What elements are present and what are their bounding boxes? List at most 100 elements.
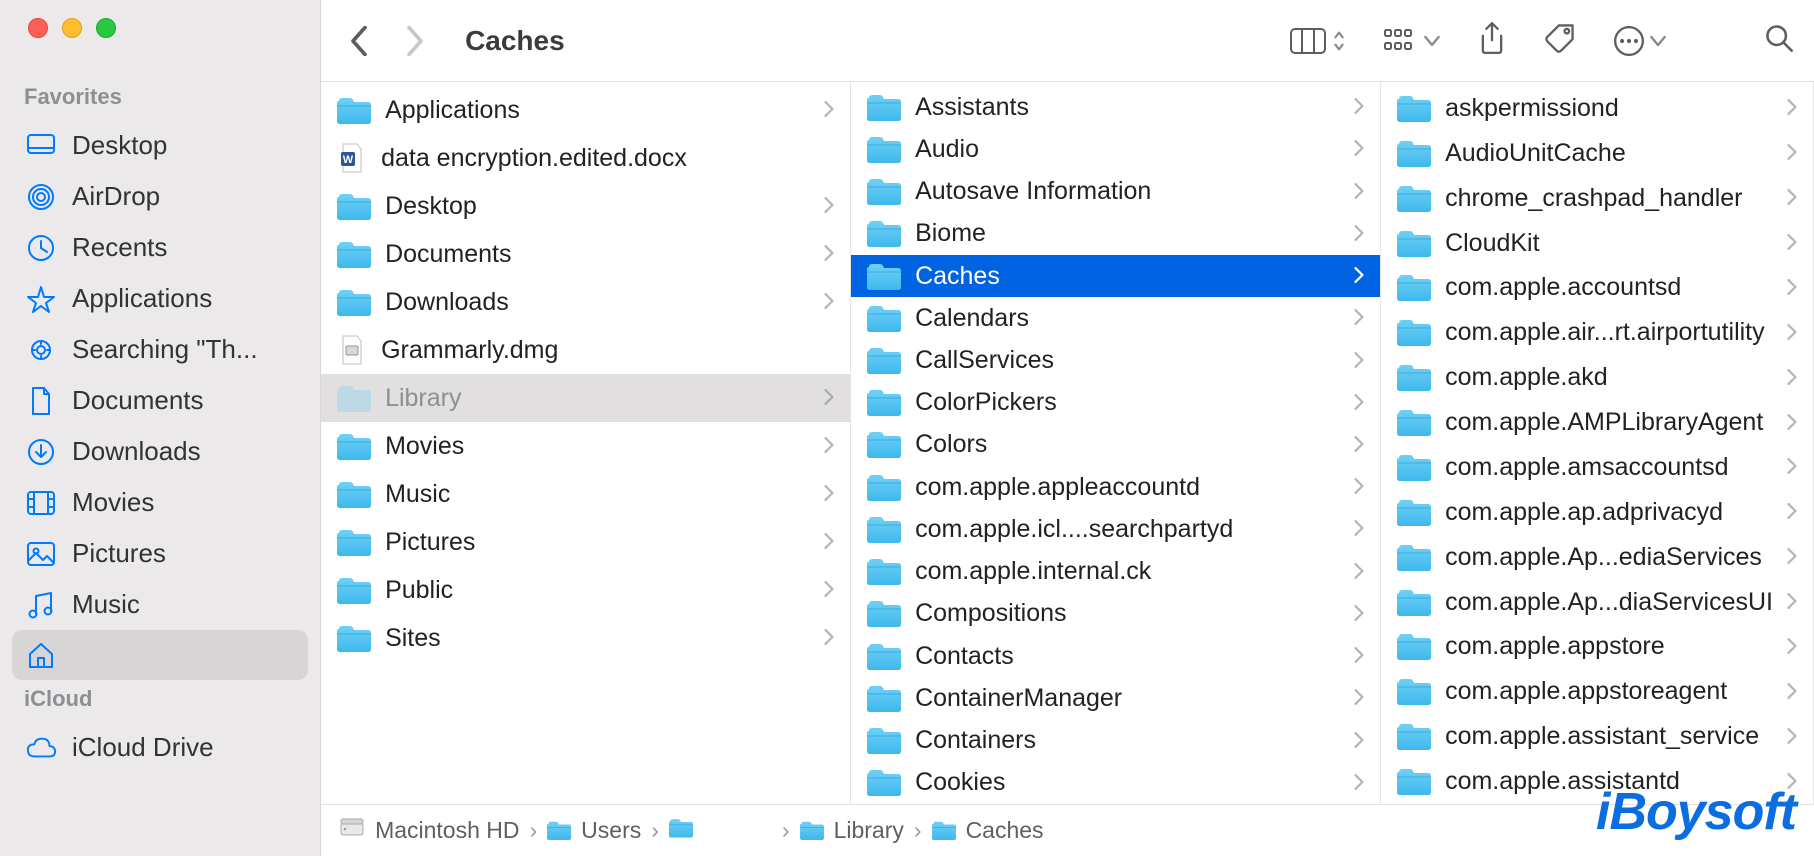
sidebar-item-airdrop[interactable]: AirDrop — [12, 171, 308, 222]
file-name: Movies — [385, 432, 810, 461]
sidebar-item-icloud-drive[interactable]: iCloud Drive — [12, 722, 308, 773]
file-row[interactable]: Desktop — [321, 182, 850, 230]
file-row[interactable]: com.apple.ap.adprivacyd — [1381, 490, 1813, 535]
hd-icon — [339, 817, 365, 845]
file-row[interactable]: Pictures — [321, 518, 850, 566]
view-columns-button[interactable] — [1290, 28, 1346, 54]
file-row[interactable]: com.apple.assistant_service — [1381, 714, 1813, 759]
file-row[interactable]: com.apple.accountsd — [1381, 266, 1813, 311]
path-segment[interactable]: Macintosh HD — [339, 817, 519, 845]
folder-icon — [867, 347, 901, 374]
file-row[interactable]: com.apple.Ap...ediaServices — [1381, 535, 1813, 580]
file-row[interactable]: com.apple.amsaccountsd — [1381, 445, 1813, 490]
folder-icon — [1397, 544, 1431, 571]
file-name: CloudKit — [1445, 229, 1773, 258]
file-name: Applications — [385, 96, 810, 125]
file-row[interactable]: com.apple.appleaccountd — [851, 466, 1380, 508]
file-row[interactable]: com.apple.akd — [1381, 355, 1813, 400]
file-row[interactable]: com.apple.Ap...diaServicesUI — [1381, 580, 1813, 625]
file-row[interactable]: com.apple.AMPLibraryAgent — [1381, 400, 1813, 445]
sidebar-item-pictures[interactable]: Pictures — [12, 528, 308, 579]
sidebar: FavoritesDesktopAirDropRecentsApplicatio… — [0, 0, 321, 856]
sidebar-item-applications[interactable]: Applications — [12, 273, 308, 324]
sidebar-item-movies[interactable]: Movies — [12, 477, 308, 528]
file-row[interactable]: Public — [321, 566, 850, 614]
airdrop-icon — [26, 182, 56, 212]
file-row[interactable]: Caches — [851, 255, 1380, 297]
sidebar-item-searching-th-[interactable]: Searching "Th... — [12, 324, 308, 375]
back-button[interactable] — [331, 13, 387, 69]
file-row[interactable]: Downloads — [321, 278, 850, 326]
forward-button[interactable] — [387, 13, 443, 69]
column-3[interactable]: askpermissiondAudioUnitCachechrome_crash… — [1381, 82, 1814, 804]
downloads-icon — [26, 437, 56, 467]
folder-icon — [547, 821, 571, 840]
minimize-window-button[interactable] — [62, 18, 82, 38]
file-name: ContainerManager — [915, 684, 1340, 713]
chevron-right-icon — [1354, 390, 1364, 416]
file-row[interactable]: chrome_crashpad_handler — [1381, 176, 1813, 221]
path-label: Users — [581, 817, 641, 844]
sidebar-item-desktop[interactable]: Desktop — [12, 120, 308, 171]
path-bar[interactable]: Macintosh HD›Users› ›Library›Caches — [321, 804, 1814, 856]
action-button[interactable] — [1614, 26, 1666, 56]
zoom-window-button[interactable] — [96, 18, 116, 38]
file-row[interactable]: Containers — [851, 720, 1380, 762]
folder-icon — [337, 529, 371, 556]
file-row[interactable]: Movies — [321, 422, 850, 470]
sidebar-item-documents[interactable]: Documents — [12, 375, 308, 426]
path-segment[interactable]: Library — [800, 817, 904, 844]
file-row[interactable]: ContainerManager — [851, 677, 1380, 719]
file-row[interactable]: Applications — [321, 86, 850, 134]
tags-button[interactable] — [1544, 22, 1576, 59]
search-button[interactable] — [1764, 23, 1794, 58]
file-row[interactable]: Calendars — [851, 297, 1380, 339]
file-row[interactable]: Library — [321, 374, 850, 422]
file-row[interactable]: Grammarly.dmg — [321, 326, 850, 374]
path-segment[interactable]: Caches — [932, 817, 1044, 844]
file-row[interactable]: com.apple.assistantd — [1381, 759, 1813, 804]
sidebar-item-home[interactable] — [12, 630, 308, 680]
file-row[interactable]: CallServices — [851, 339, 1380, 381]
sidebar-item-recents[interactable]: Recents — [12, 222, 308, 273]
file-name: com.apple.Ap...diaServicesUI — [1445, 588, 1773, 617]
file-row[interactable]: ColorPickers — [851, 382, 1380, 424]
file-row[interactable]: askpermissiond — [1381, 86, 1813, 131]
file-row[interactable]: Documents — [321, 230, 850, 278]
path-segment[interactable]: Users — [547, 817, 641, 844]
folder-icon — [1397, 319, 1431, 346]
file-row[interactable]: Music — [321, 470, 850, 518]
file-row[interactable]: com.apple.internal.ck — [851, 551, 1380, 593]
file-row[interactable]: AudioUnitCache — [1381, 131, 1813, 176]
file-name: com.apple.assistant_service — [1445, 722, 1773, 751]
file-row[interactable]: Audio — [851, 128, 1380, 170]
chevron-right-icon — [1787, 499, 1797, 525]
sidebar-item-music[interactable]: Music — [12, 579, 308, 630]
path-segment[interactable] — [669, 817, 772, 844]
file-row[interactable]: Contacts — [851, 635, 1380, 677]
file-row[interactable]: com.apple.air...rt.airportutility — [1381, 310, 1813, 355]
chevron-right-icon — [824, 577, 834, 603]
music-icon — [26, 590, 56, 620]
sidebar-item-downloads[interactable]: Downloads — [12, 426, 308, 477]
column-1[interactable]: Applications Wdata encryption.edited.docx… — [321, 82, 851, 804]
file-row[interactable]: Compositions — [851, 593, 1380, 635]
column-2[interactable]: AssistantsAudioAutosave InformationBiome… — [851, 82, 1381, 804]
close-window-button[interactable] — [28, 18, 48, 38]
file-row[interactable]: Biome — [851, 213, 1380, 255]
share-button[interactable] — [1478, 22, 1506, 59]
file-row[interactable]: com.apple.icl....searchpartyd — [851, 508, 1380, 550]
file-row[interactable]: Autosave Information — [851, 170, 1380, 212]
file-name: data encryption.edited.docx — [381, 144, 834, 173]
file-row[interactable]: Cookies — [851, 762, 1380, 804]
file-row[interactable]: CloudKit — [1381, 221, 1813, 266]
path-separator: › — [914, 817, 922, 844]
file-row[interactable]: com.apple.appstoreagent — [1381, 669, 1813, 714]
file-row[interactable]: Sites — [321, 614, 850, 662]
group-by-button[interactable] — [1384, 28, 1440, 54]
file-row[interactable]: Colors — [851, 424, 1380, 466]
file-name: Library — [385, 384, 810, 413]
file-row[interactable]: com.apple.appstore — [1381, 625, 1813, 670]
file-row[interactable]: Wdata encryption.edited.docx — [321, 134, 850, 182]
file-row[interactable]: Assistants — [851, 86, 1380, 128]
